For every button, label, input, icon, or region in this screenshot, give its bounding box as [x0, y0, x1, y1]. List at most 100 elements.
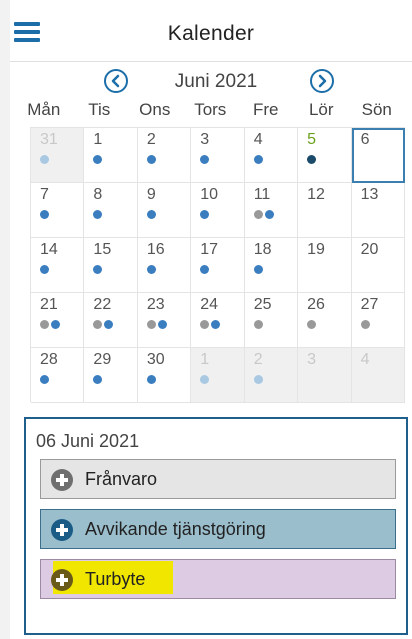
month-label: Juni 2021 [174, 71, 258, 92]
franvaro-label: Frånvaro [85, 469, 158, 489]
event-dot [93, 265, 103, 274]
day-detail-panel: 06 Juni 2021 Frånvaro Avvikande tjänstgö… [24, 417, 408, 635]
day-cell[interactable]: 1 [191, 348, 245, 403]
event-dot [40, 210, 49, 219]
day-number: 19 [307, 241, 325, 258]
day-cell[interactable]: 19 [298, 238, 352, 293]
day-number: 16 [146, 241, 165, 258]
event-dots [200, 210, 210, 219]
event-dot [157, 320, 167, 329]
day-number: 2 [146, 131, 156, 148]
event-dots [146, 265, 156, 274]
day-cell[interactable]: 4 [351, 348, 405, 403]
event-dot [253, 320, 263, 329]
day-number: 11 [253, 186, 271, 203]
turbyte-button[interactable]: Turbyte [40, 559, 396, 599]
event-dot [200, 320, 210, 329]
day-number: 18 [253, 241, 272, 258]
day-cell[interactable]: 29 [84, 348, 138, 403]
day-cell[interactable]: 13 [351, 183, 405, 238]
day-number: 31 [40, 131, 58, 148]
day-cell[interactable]: 16 [137, 238, 192, 293]
day-cell[interactable]: 12 [298, 183, 352, 238]
day-number: 22 [93, 296, 112, 313]
day-number: 4 [360, 351, 370, 368]
day-cell[interactable]: 11 [244, 183, 299, 238]
day-cell[interactable]: 17 [191, 238, 245, 293]
day-cell[interactable]: 18 [244, 238, 299, 293]
day-number: 4 [253, 131, 263, 148]
day-cell[interactable]: 2 [137, 128, 192, 183]
event-dot [264, 210, 274, 219]
event-dot [93, 155, 103, 164]
day-cell[interactable]: 2 [244, 348, 299, 403]
event-dot [253, 265, 263, 274]
event-dots [93, 320, 114, 329]
day-cell[interactable]: 27 [351, 293, 405, 348]
day-number: 20 [360, 241, 379, 258]
event-dot [146, 320, 156, 329]
day-cell[interactable]: 15 [84, 238, 138, 293]
event-dots [146, 375, 156, 384]
event-dot [93, 375, 103, 384]
day-cell[interactable]: 10 [191, 183, 245, 238]
event-dots [307, 320, 317, 329]
day-cell[interactable]: 20 [351, 238, 405, 293]
event-dot [40, 375, 49, 384]
chevron-right-icon[interactable] [310, 69, 334, 93]
event-dot [51, 320, 60, 329]
weekday-label: Ons [139, 100, 171, 119]
day-cell[interactable]: 6 [351, 128, 405, 183]
day-cell[interactable]: 28 [31, 348, 85, 403]
day-cell[interactable]: 24 [191, 293, 245, 348]
day-cell[interactable]: 9 [137, 183, 192, 238]
day-number: 15 [93, 241, 112, 258]
day-cell[interactable]: 4 [244, 128, 299, 183]
day-cell[interactable]: 26 [298, 293, 352, 348]
plus-circle-icon [51, 569, 73, 591]
day-number: 9 [146, 186, 156, 203]
day-cell[interactable]: 14 [31, 238, 85, 293]
calendar: Juni 2021 Mån Tis Ons Tors Fre Lör Sön 31 1 2 3 4 5… [16, 64, 410, 404]
day-cell[interactable]: 5 [298, 128, 352, 183]
event-dots [40, 265, 49, 274]
event-dot [40, 320, 49, 329]
day-cell[interactable]: 3 [298, 348, 352, 403]
header: Kalender [10, 0, 412, 62]
franvaro-button[interactable]: Frånvaro [40, 459, 396, 499]
day-cell[interactable]: 7 [31, 183, 85, 238]
event-dot [211, 320, 221, 329]
weekday-header: Mån Tis Ons Tors Fre Lör Sön [16, 100, 410, 126]
event-dots [200, 265, 210, 274]
event-dots [253, 265, 263, 274]
day-number: 21 [40, 296, 58, 313]
event-dots [40, 155, 49, 164]
event-dots [40, 320, 60, 329]
day-number: 7 [40, 186, 49, 203]
event-dots [93, 155, 103, 164]
chevron-left-icon[interactable] [104, 69, 128, 93]
day-number: 14 [40, 241, 58, 258]
calendar-grid: 31 1 2 3 4 5 6 7 8 9 10 11 12 13 14 15 16 17 18 19 20 21 22 23 2… [30, 127, 405, 403]
turbyte-label: Turbyte [85, 569, 146, 589]
day-cell[interactable]: 1 [84, 128, 138, 183]
day-cell[interactable]: 8 [84, 183, 138, 238]
day-cell[interactable]: 21 [31, 293, 85, 348]
day-cell[interactable]: 25 [244, 293, 299, 348]
event-dots [40, 210, 49, 219]
event-dots [307, 155, 317, 164]
event-dot [307, 155, 317, 164]
day-cell[interactable]: 22 [84, 293, 138, 348]
day-number: 26 [307, 296, 325, 313]
day-number: 13 [360, 186, 379, 203]
avvikande-tjanstgoring-button[interactable]: Avvikande tjänstgöring [40, 509, 396, 549]
day-cell[interactable]: 23 [137, 293, 192, 348]
day-number: 29 [93, 351, 112, 368]
day-cell[interactable]: 30 [137, 348, 192, 403]
event-dots [200, 320, 221, 329]
event-dot [360, 320, 370, 329]
day-cell[interactable]: 31 [31, 128, 85, 183]
day-cell[interactable]: 3 [191, 128, 245, 183]
day-number: 30 [146, 351, 165, 368]
weekday-label: Lör [308, 100, 334, 119]
